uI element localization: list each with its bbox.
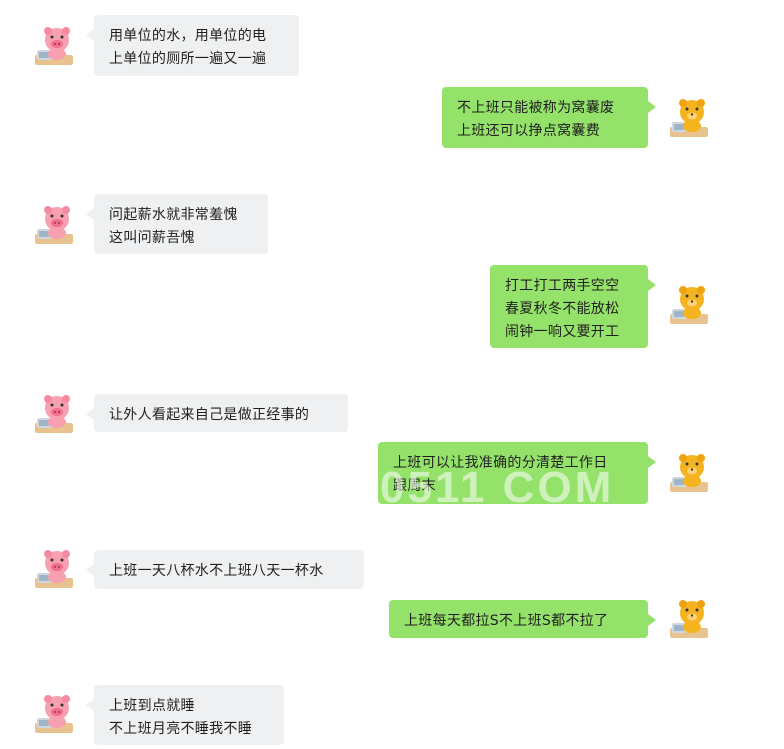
chat-bubble: 上班到点就睡 不上班月亮不睡我不睡 <box>86 685 284 745</box>
pink-pig-avatar-icon[interactable] <box>33 548 75 590</box>
yellow-bear-avatar-icon[interactable] <box>668 452 710 494</box>
chat-bubble: 用单位的水，用单位的电 上单位的厕所一遍又一遍 <box>86 15 299 76</box>
yellow-bear-avatar-icon[interactable] <box>668 284 710 326</box>
yellow-bear-avatar-icon[interactable] <box>668 598 710 640</box>
chat-bubble: 上班可以让我准确的分清楚工作日 跟周末 <box>378 442 656 504</box>
pink-pig-avatar-icon[interactable] <box>33 25 75 67</box>
pink-pig-avatar-icon[interactable] <box>33 693 75 735</box>
pink-pig-avatar-icon[interactable] <box>33 204 75 246</box>
chat-bubble: 上班一天八杯水不上班八天一杯水 <box>86 550 364 589</box>
yellow-bear-avatar-icon[interactable] <box>668 97 710 139</box>
chat-bubble: 上班每天都拉S不上班S都不拉了 <box>389 600 656 638</box>
chat-bubble: 问起薪水就非常羞愧 这叫问薪吾愧 <box>86 194 268 254</box>
chat-bubble: 打工打工两手空空 春夏秋冬不能放松 闹钟一响又要开工 <box>490 265 656 348</box>
pink-pig-avatar-icon[interactable] <box>33 393 75 435</box>
chat-bubble: 不上班只能被称为窝囊废 上班还可以挣点窝囊费 <box>442 87 656 148</box>
chat-bubble: 让外人看起来自己是做正经事的 <box>86 394 348 432</box>
chat-transcript: 用单位的水，用单位的电 上单位的厕所一遍又一遍 不上班只能被称为窝囊废 上班还可… <box>0 0 784 749</box>
